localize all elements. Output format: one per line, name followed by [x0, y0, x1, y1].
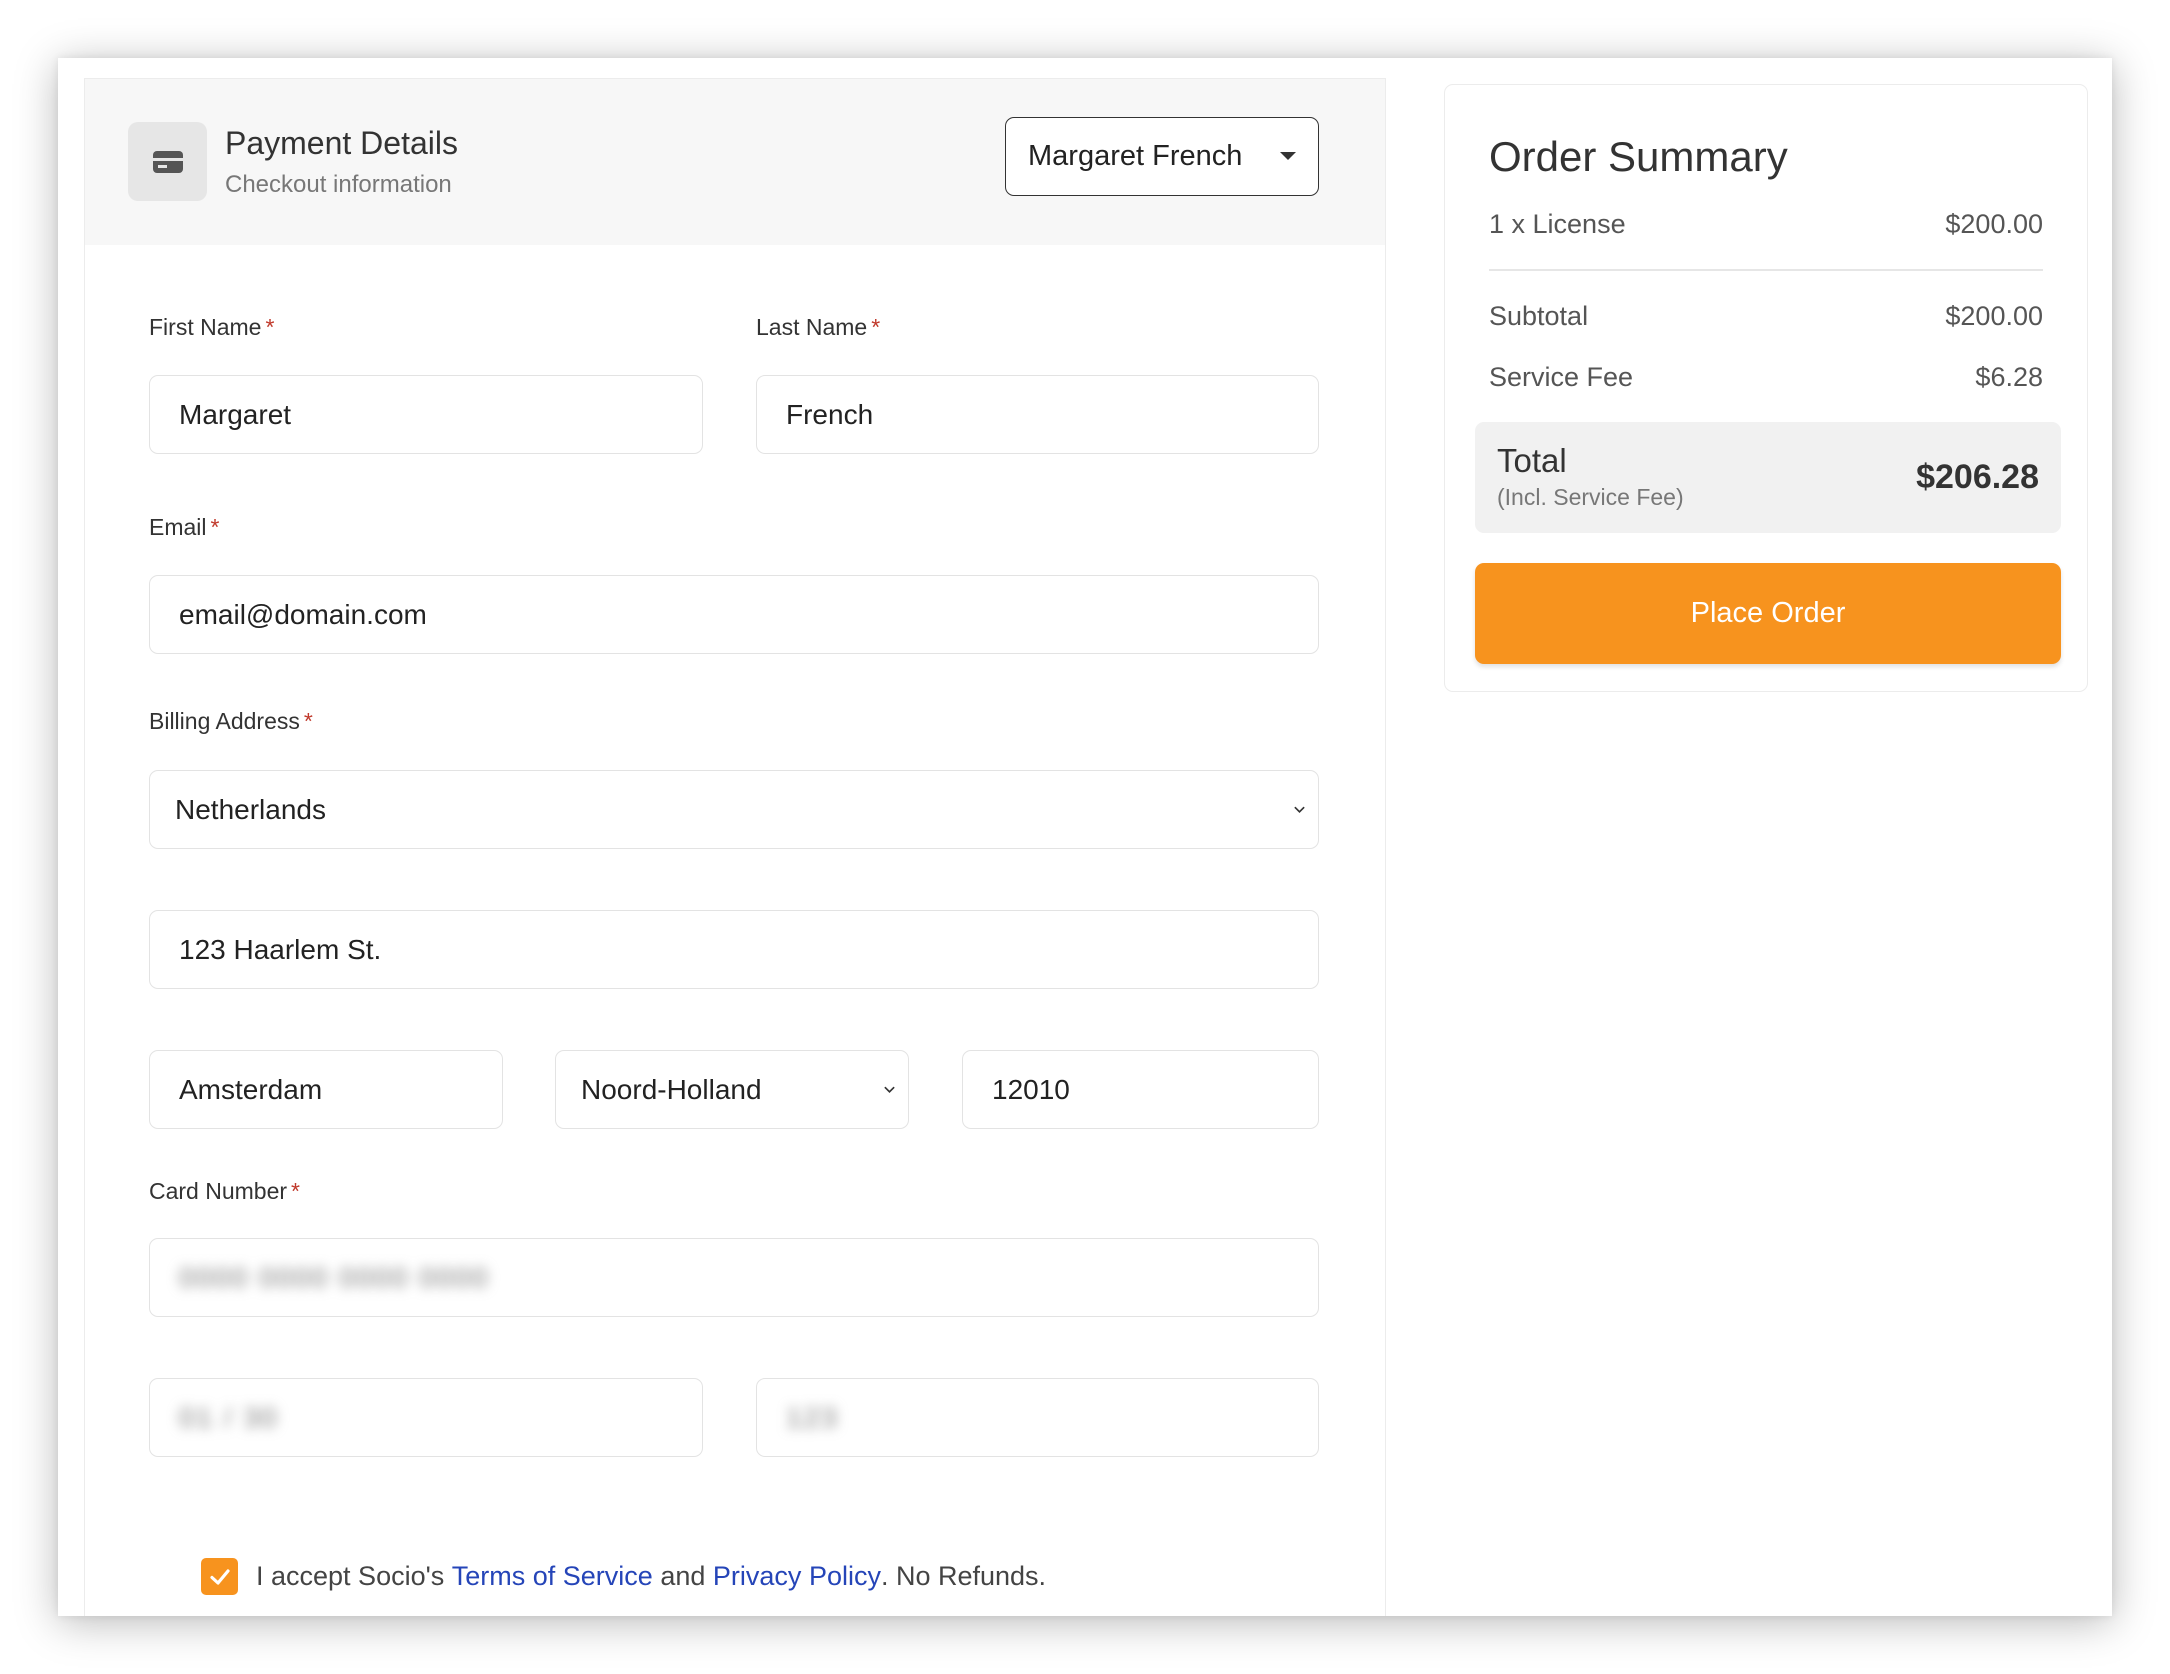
order-summary-title: Order Summary — [1489, 133, 1788, 180]
subtotal-label: Subtotal — [1489, 301, 1589, 331]
terms-and: and — [660, 1561, 706, 1591]
required-mark: * — [210, 514, 220, 540]
total-box: Total (Incl. Service Fee) $206.28 — [1475, 422, 2061, 533]
card-number-label: Card Number * — [149, 1178, 300, 1205]
service-fee-label: Service Fee — [1489, 362, 1634, 392]
chevron-down-icon — [884, 1086, 895, 1094]
card-cvc-field[interactable]: 123 — [756, 1378, 1319, 1457]
required-mark: * — [291, 1178, 300, 1204]
last-name-label: Last Name * — [756, 314, 880, 341]
region-select[interactable]: Noord-Holland — [555, 1050, 909, 1129]
card-number-value: 0000 0000 0000 0000 — [179, 1261, 490, 1293]
required-mark: * — [303, 708, 313, 734]
privacy-policy-link[interactable]: Privacy Policy — [713, 1561, 881, 1592]
service-fee-row: Service Fee $6.28 — [1489, 362, 2043, 393]
card-expiry-field[interactable]: 01 / 30 — [149, 1378, 703, 1457]
city-value: Amsterdam — [179, 1073, 323, 1105]
card-number-field[interactable]: 0000 0000 0000 0000 — [149, 1238, 1319, 1317]
total-sublabel: (Incl. Service Fee) — [1497, 484, 1684, 510]
terms-prefix: I accept Socio's — [256, 1561, 445, 1591]
order-summary: Order Summary 1 x License $200.00 Subtot… — [1444, 84, 2088, 692]
city-field[interactable]: Amsterdam — [149, 1050, 503, 1129]
email-label-text: Email — [149, 514, 207, 540]
card-cvc-value: 123 — [786, 1401, 839, 1433]
billing-label: Billing Address * — [149, 708, 313, 735]
email-field[interactable]: email@domain.com — [149, 575, 1319, 654]
first-name-label: First Name * — [149, 314, 274, 341]
country-select[interactable]: Netherlands — [149, 770, 1319, 849]
user-select-dropdown[interactable]: Margaret French — [1005, 117, 1319, 196]
email-value: email@domain.com — [179, 598, 427, 630]
postal-code-value: 12010 — [992, 1073, 1070, 1105]
email-label: Email * — [149, 514, 219, 541]
place-order-button[interactable]: Place Order — [1475, 563, 2061, 664]
required-mark: * — [871, 314, 881, 340]
street-field[interactable]: 123 Haarlem St. — [149, 910, 1319, 989]
line-item-price: $200.00 — [1945, 209, 2043, 239]
payment-panel: Payment Details Checkout information Mar… — [84, 78, 1386, 1616]
subtotal-row: Subtotal $200.00 — [1489, 301, 2043, 332]
credit-card-icon — [152, 150, 183, 173]
last-name-field[interactable]: French — [756, 375, 1319, 454]
postal-code-field[interactable]: 12010 — [962, 1050, 1319, 1129]
last-name-label-text: Last Name — [756, 314, 868, 340]
terms-of-service-link[interactable]: Terms of Service — [452, 1561, 653, 1592]
billing-label-text: Billing Address — [149, 708, 300, 734]
first-name-field[interactable]: Margaret — [149, 375, 703, 454]
caret-down-icon — [1280, 152, 1296, 160]
street-value: 123 Haarlem St. — [179, 933, 382, 965]
service-fee-value: $6.28 — [1975, 362, 2043, 392]
line-item-label: 1 x License — [1489, 209, 1626, 239]
checkmark-icon — [209, 1568, 230, 1585]
region-value: Noord-Holland — [581, 1073, 762, 1105]
payment-header: Payment Details Checkout information Mar… — [85, 79, 1385, 245]
last-name-value: French — [786, 398, 874, 430]
subtotal-value: $200.00 — [1945, 301, 2043, 331]
terms-checkbox[interactable] — [201, 1558, 238, 1595]
total-label: Total — [1497, 442, 1567, 479]
page-title: Payment Details — [225, 125, 458, 161]
card-icon-container — [128, 122, 207, 201]
first-name-value: Margaret — [179, 398, 292, 430]
total-value: $206.28 — [1916, 458, 2039, 496]
page-subtitle: Checkout information — [225, 171, 452, 198]
card-expiry-value: 01 / 30 — [179, 1401, 279, 1433]
checkout-window: Payment Details Checkout information Mar… — [58, 58, 2112, 1616]
line-item: 1 x License $200.00 — [1489, 209, 2043, 240]
required-mark: * — [265, 314, 275, 340]
country-value: Netherlands — [175, 793, 326, 825]
card-number-label-text: Card Number — [149, 1178, 288, 1204]
terms-row: I accept Socio's Terms of Service and Pr… — [201, 1558, 1046, 1595]
summary-divider — [1489, 269, 2043, 271]
terms-suffix: . No Refunds. — [880, 1561, 1047, 1591]
first-name-label-text: First Name — [149, 314, 262, 340]
user-select-value: Margaret French — [1028, 140, 1243, 172]
chevron-down-icon — [1294, 806, 1305, 814]
